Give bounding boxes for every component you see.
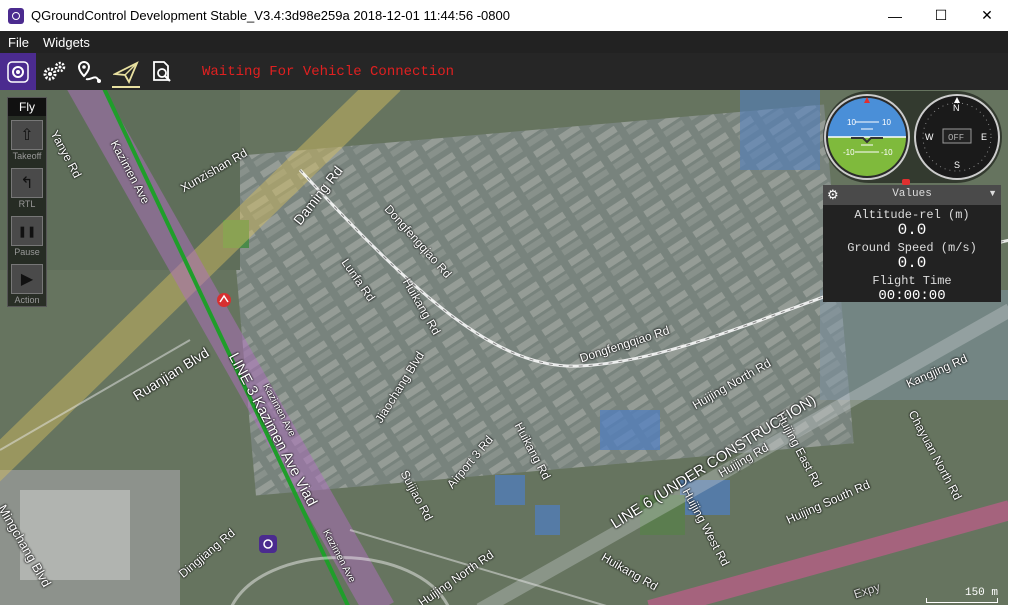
main-toolbar: Waiting For Vehicle Connection	[0, 53, 1008, 90]
attitude-indicator: 10 10 -10 -10	[824, 94, 910, 180]
flight-time-value: 00:00:00	[878, 288, 946, 304]
pitch-mark: -10	[881, 148, 893, 157]
pause-tool[interactable]: ❚❚ Pause	[8, 216, 46, 260]
pitch-mark: -10	[843, 148, 855, 157]
instrument-panel[interactable]: 10 10 -10 -10 N E S W OFF	[823, 92, 1003, 184]
takeoff-label: Takeoff	[12, 151, 42, 161]
analyze-button[interactable]	[144, 53, 180, 90]
fly-paper-plane-icon	[113, 60, 139, 84]
fly-tool-title: Fly	[8, 98, 46, 116]
pitch-mark: 10	[847, 118, 856, 127]
menu-widgets[interactable]: Widgets	[43, 35, 90, 50]
values-widget[interactable]: ⚙ Values ▼ Altitude-rel (m) 0.0 Ground S…	[823, 185, 1001, 304]
plan-button[interactable]	[72, 53, 108, 90]
compass-status: OFF	[948, 133, 964, 143]
compass-s: S	[954, 160, 960, 170]
window-title-bar: QGroundControl Development Stable_V3.4:3…	[0, 0, 1010, 31]
pause-label: Pause	[14, 247, 40, 257]
rtl-label: RTL	[18, 199, 36, 209]
maximize-button[interactable]: ☐	[918, 0, 964, 31]
altitude-label: Altitude-rel (m)	[854, 208, 970, 222]
ground-speed-value: 0.0	[897, 254, 927, 272]
pitch-mark: 10	[882, 118, 891, 127]
settings-gears-icon	[43, 61, 66, 80]
qgc-logo-button[interactable]	[0, 53, 36, 90]
minimize-button[interactable]: —	[872, 0, 918, 31]
fly-button[interactable]	[108, 53, 144, 90]
fly-tool-strip: Fly ⇧ Takeoff ↰ RTL ❚❚ Pause ▶ Action	[7, 97, 47, 307]
menu-file[interactable]: File	[8, 35, 29, 50]
qgc-logo-icon	[7, 60, 29, 83]
action-icon[interactable]: ▶	[11, 264, 43, 294]
rtl-icon[interactable]: ↰	[11, 168, 43, 198]
ground-speed-label: Ground Speed (m/s)	[847, 241, 977, 255]
compass-w: W	[925, 132, 934, 142]
values-header: ⚙ Values ▼	[823, 185, 1001, 205]
rtl-tool[interactable]: ↰ RTL	[8, 168, 46, 212]
connection-status: Waiting For Vehicle Connection	[202, 63, 455, 80]
action-tool[interactable]: ▶ Action	[8, 264, 46, 308]
app-logo-icon	[8, 7, 24, 24]
altitude-value: 0.0	[897, 221, 927, 239]
settings-button[interactable]	[36, 53, 72, 90]
takeoff-tool[interactable]: ⇧ Takeoff	[8, 120, 46, 164]
pause-icon[interactable]: ❚❚	[11, 216, 43, 246]
map-scale-bar	[926, 598, 998, 603]
flight-time-label: Flight Time	[872, 274, 952, 288]
action-label: Action	[14, 295, 40, 305]
plan-waypoint-icon	[77, 60, 101, 83]
analyze-icon	[153, 60, 171, 82]
compass-indicator: N E S W OFF	[914, 94, 1000, 180]
chevron-down-icon[interactable]: ▼	[988, 188, 997, 198]
compass-n: N	[953, 103, 960, 113]
menu-bar: File Widgets	[0, 31, 1008, 53]
close-button[interactable]: ✕	[964, 0, 1010, 31]
takeoff-icon[interactable]: ⇧	[11, 120, 43, 150]
compass-e: E	[981, 132, 987, 142]
values-title: Values	[892, 188, 932, 200]
window-title: QGroundControl Development Stable_V3.4:3…	[31, 8, 510, 23]
